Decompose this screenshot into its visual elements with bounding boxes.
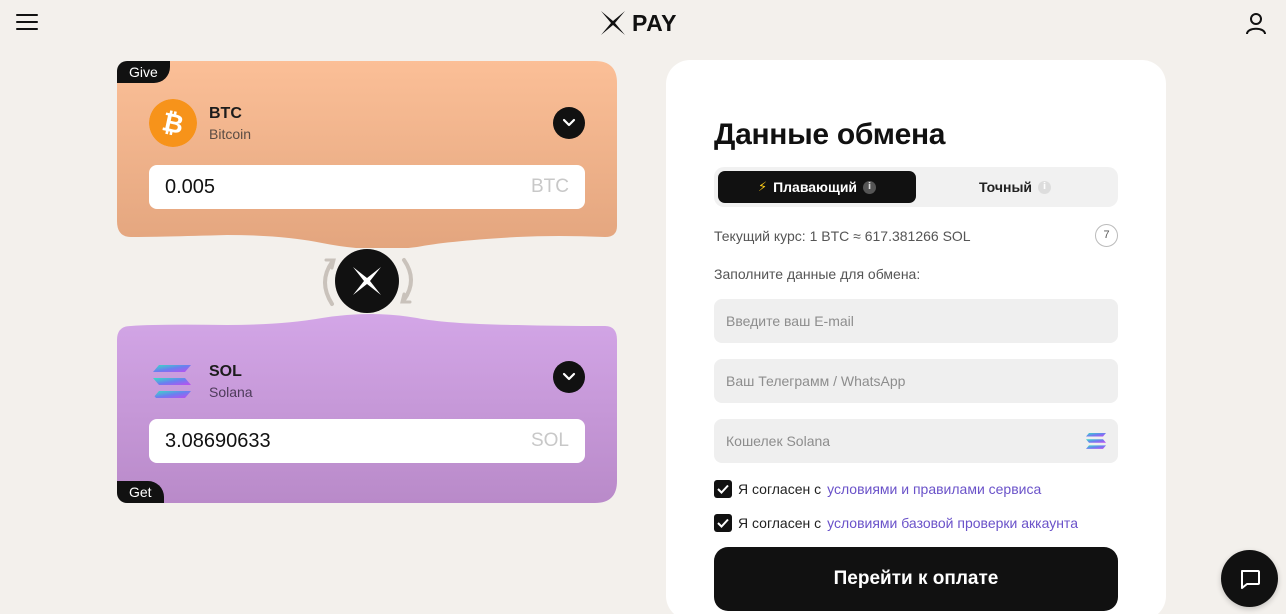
- get-ticker: SOL: [209, 362, 242, 380]
- panel-title: Данные обмена: [714, 118, 946, 151]
- get-amount-box: SOL: [149, 419, 585, 463]
- get-tag: Get: [117, 481, 164, 503]
- wallet-field[interactable]: [714, 419, 1118, 463]
- toggle-floating-label: Плавающий: [773, 179, 858, 195]
- give-coin: ₿ BTC Bitcoin: [149, 99, 251, 147]
- solana-icon: [1086, 433, 1106, 449]
- chevron-down-icon: [562, 372, 576, 381]
- get-coin-name: Solana: [209, 383, 253, 400]
- x-logo-icon: [353, 267, 381, 295]
- agree-kyc-checkbox[interactable]: [714, 514, 732, 532]
- proceed-to-payment-button[interactable]: Перейти к оплате: [714, 547, 1118, 611]
- agree-terms-text: Я согласен с: [738, 481, 822, 497]
- x-logo-icon: [601, 11, 625, 35]
- email-field[interactable]: [714, 299, 1118, 343]
- chevron-down-icon: [562, 118, 576, 127]
- lightning-icon: ⚡: [757, 179, 768, 194]
- swap-area: [318, 248, 418, 314]
- toggle-floating[interactable]: ⚡ Плавающий i: [718, 171, 916, 203]
- bitcoin-icon: ₿: [149, 99, 197, 147]
- info-icon[interactable]: i: [1038, 180, 1052, 194]
- give-card-background: [117, 61, 617, 248]
- menu-button[interactable]: [16, 14, 38, 32]
- telegram-field[interactable]: [714, 359, 1118, 403]
- get-coin-text: SOL Solana: [209, 363, 253, 400]
- current-rate: Текущий курс: 1 BTC ≈ 617.381266 SOL: [714, 228, 971, 244]
- agree-terms-row: Я согласен с условиями и правилами серви…: [714, 480, 1041, 498]
- get-currency-select-button[interactable]: [553, 361, 585, 393]
- form-label: Заполните данные для обмена:: [714, 266, 921, 282]
- user-icon[interactable]: [1244, 11, 1268, 35]
- get-coin: SOL Solana: [149, 357, 253, 405]
- give-currency-select-button[interactable]: [553, 107, 585, 139]
- logo[interactable]: PAY: [600, 9, 677, 37]
- chat-button[interactable]: [1221, 550, 1278, 607]
- agree-kyc-text: Я согласен с: [738, 515, 822, 531]
- info-icon[interactable]: i: [863, 180, 877, 194]
- give-amount-input[interactable]: [165, 175, 485, 199]
- give-coin-text: BTC Bitcoin: [209, 105, 251, 142]
- get-amount-input[interactable]: [165, 429, 485, 453]
- give-tag: Give: [117, 61, 170, 83]
- hamburger-icon-line: [16, 28, 38, 30]
- check-icon: [717, 518, 729, 528]
- toggle-fixed-label: Точный: [978, 179, 1033, 195]
- hamburger-icon: [16, 14, 38, 16]
- agree-terms-checkbox[interactable]: [714, 480, 732, 498]
- chat-icon: [1240, 569, 1260, 589]
- agree-kyc-row: Я согласен с условиями базовой проверки …: [714, 514, 1078, 532]
- hamburger-icon-line: [16, 21, 38, 23]
- get-card-background: [117, 314, 617, 503]
- give-amount-box: BTC: [149, 165, 585, 209]
- toggle-fixed[interactable]: Точный i: [916, 171, 1114, 203]
- give-card: Give ₿ BTC Bitcoin BTC: [117, 61, 617, 248]
- rate-type-toggle: ⚡ Плавающий i Точный i: [714, 167, 1118, 207]
- get-amount-unit: SOL: [530, 430, 569, 451]
- give-coin-name: Bitcoin: [209, 125, 252, 142]
- check-icon: [717, 484, 729, 494]
- give-amount-unit: BTC: [531, 176, 569, 197]
- kyc-link[interactable]: условиями базовой проверки аккаунта: [827, 515, 1078, 531]
- swap-button[interactable]: [335, 249, 399, 313]
- logo-text: PAY: [632, 9, 677, 36]
- get-card: SOL Solana SOL Get: [117, 314, 617, 503]
- solana-icon: [153, 365, 191, 398]
- give-ticker: BTC: [209, 104, 242, 122]
- exchange-details-panel: Данные обмена ⚡ Плавающий i Точный i Тек…: [666, 60, 1166, 614]
- terms-link[interactable]: условиями и правилами сервиса: [827, 481, 1041, 497]
- rate-timer: 7: [1095, 224, 1118, 247]
